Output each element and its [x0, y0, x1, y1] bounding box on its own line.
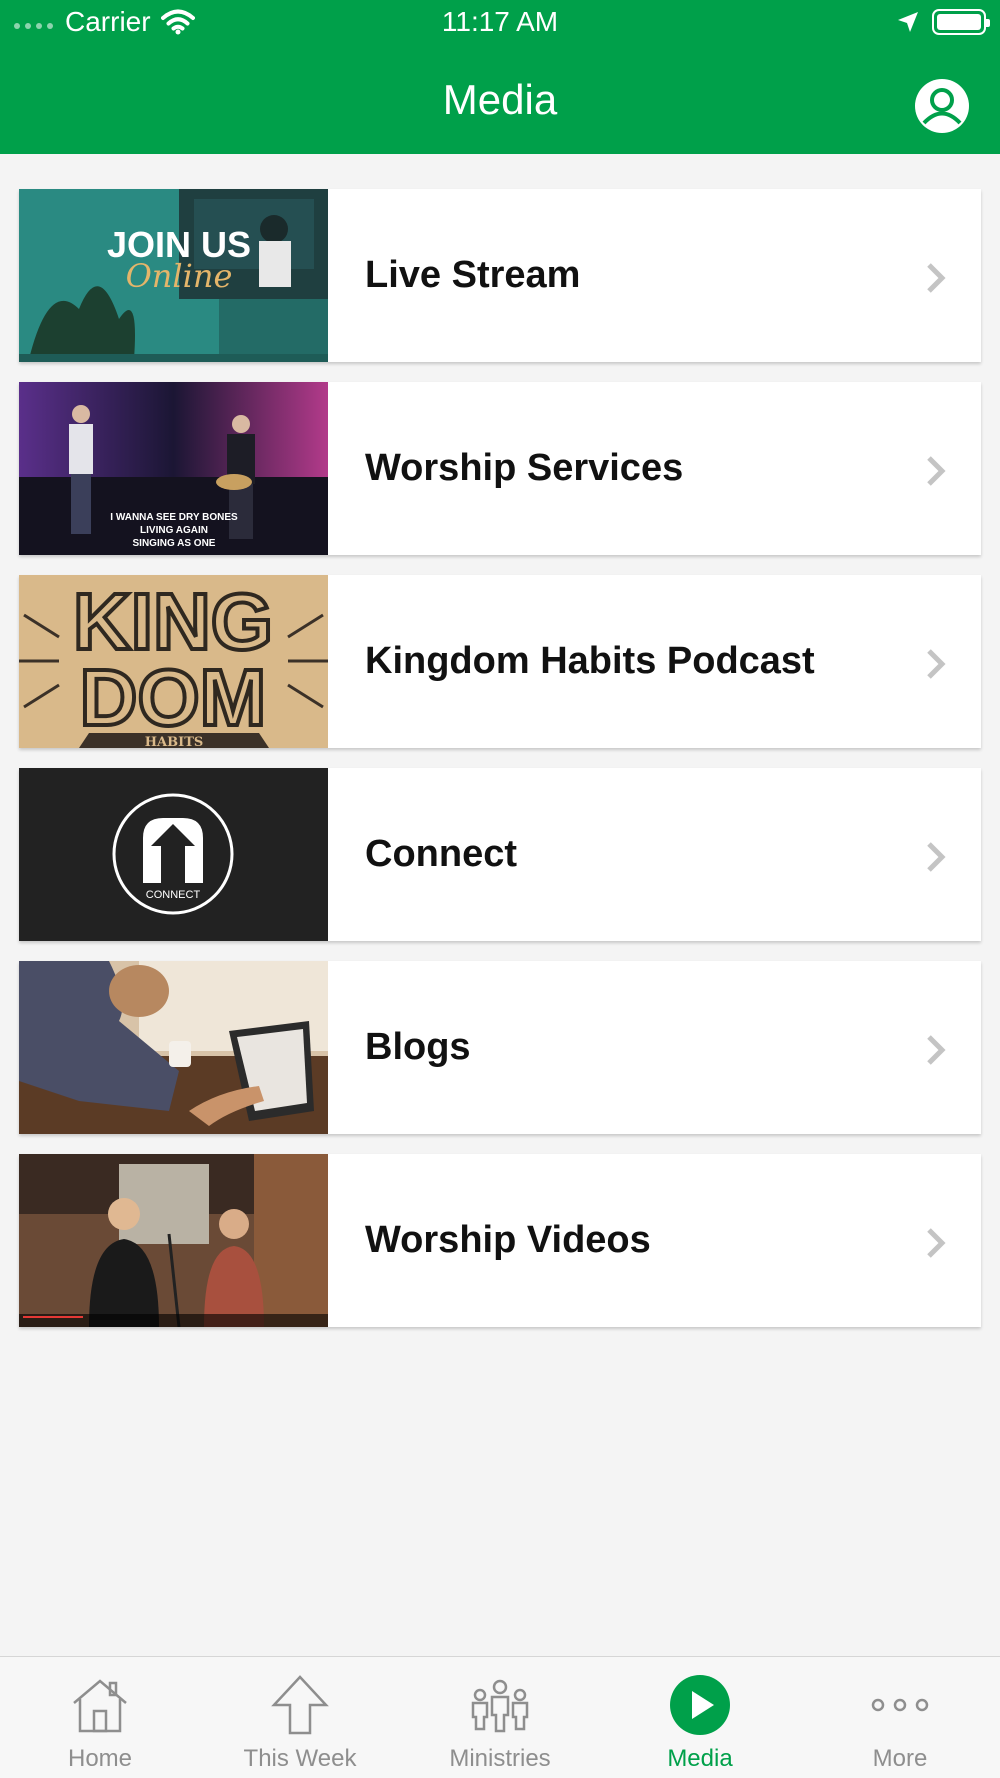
lyrics-line-1: I WANNA SEE DRY BONES [110, 512, 238, 523]
tab-this-week[interactable]: This Week [200, 1657, 400, 1778]
location-arrow-icon [898, 12, 918, 32]
media-item-kingdom-habits-podcast[interactable]: KING DOM HABITS Kingdom Habits Podcast [19, 575, 981, 748]
media-item-label: Blogs [365, 1026, 471, 1068]
media-item-blogs[interactable]: Blogs [19, 961, 981, 1134]
more-icon [871, 1698, 929, 1712]
habits-text: HABITS [145, 735, 204, 748]
media-item-worship-services[interactable]: I WANNA SEE DRY BONES LIVING AGAIN SINGI… [19, 382, 981, 555]
media-item-label: Worship Videos [365, 1219, 651, 1261]
media-list: JOIN US Online Live Stream I WANNA SEE D… [19, 189, 981, 1347]
tab-home[interactable]: Home [0, 1657, 200, 1778]
tab-label: This Week [243, 1745, 357, 1772]
status-right [896, 9, 990, 35]
battery-icon [932, 9, 990, 35]
page-title: Media [442, 76, 558, 123]
home-icon [73, 1679, 127, 1733]
dom-text: DOM [80, 653, 267, 742]
worship-services-thumbnail: I WANNA SEE DRY BONES LIVING AGAIN SINGI… [19, 382, 328, 555]
tab-label: Media [667, 1745, 733, 1772]
media-item-label: Live Stream [365, 254, 581, 296]
play-icon [670, 1675, 730, 1735]
blogs-thumbnail [19, 961, 328, 1134]
media-item-connect[interactable]: CONNECT Connect [19, 768, 981, 941]
chevron-right-icon [927, 842, 946, 872]
connect-thumbnail: CONNECT [19, 768, 328, 941]
chevron-right-icon [927, 1228, 946, 1258]
tab-media[interactable]: Media [600, 1657, 800, 1778]
connect-logo-text: CONNECT [146, 889, 201, 901]
nav-bar: Media [0, 46, 1000, 154]
live-stream-thumbnail: JOIN US Online [19, 189, 328, 362]
people-icon [471, 1679, 529, 1733]
tab-label: Home [67, 1745, 133, 1772]
lyrics-line-2: LIVING AGAIN [140, 525, 208, 536]
chevron-right-icon [927, 649, 946, 679]
media-item-label: Connect [365, 833, 517, 875]
arrow-up-icon [271, 1675, 329, 1735]
lyrics-line-3: SINGING AS ONE [133, 538, 216, 549]
chevron-right-icon [927, 456, 946, 486]
status-time: 11:17 AM [441, 6, 559, 37]
media-item-worship-videos[interactable]: Worship Videos [19, 1154, 981, 1327]
tab-label: Ministries [449, 1745, 551, 1772]
media-item-label: Worship Services [365, 447, 684, 489]
tab-more[interactable]: More [800, 1657, 1000, 1778]
media-item-label: Kingdom Habits Podcast [365, 640, 815, 682]
profile-icon[interactable] [914, 78, 970, 134]
tab-bar: Home This Week Ministries Media More [0, 1656, 1000, 1778]
tab-ministries[interactable]: Ministries [400, 1657, 600, 1778]
media-item-live-stream[interactable]: JOIN US Online Live Stream [19, 189, 981, 362]
tab-label: More [872, 1745, 928, 1772]
worship-videos-thumbnail [19, 1154, 328, 1327]
kingdom-habits-thumbnail: KING DOM HABITS [19, 575, 328, 748]
status-bar: Carrier 11:17 AM [0, 0, 1000, 46]
chevron-right-icon [927, 1035, 946, 1065]
online-text: Online [126, 257, 233, 295]
chevron-right-icon [927, 263, 946, 293]
